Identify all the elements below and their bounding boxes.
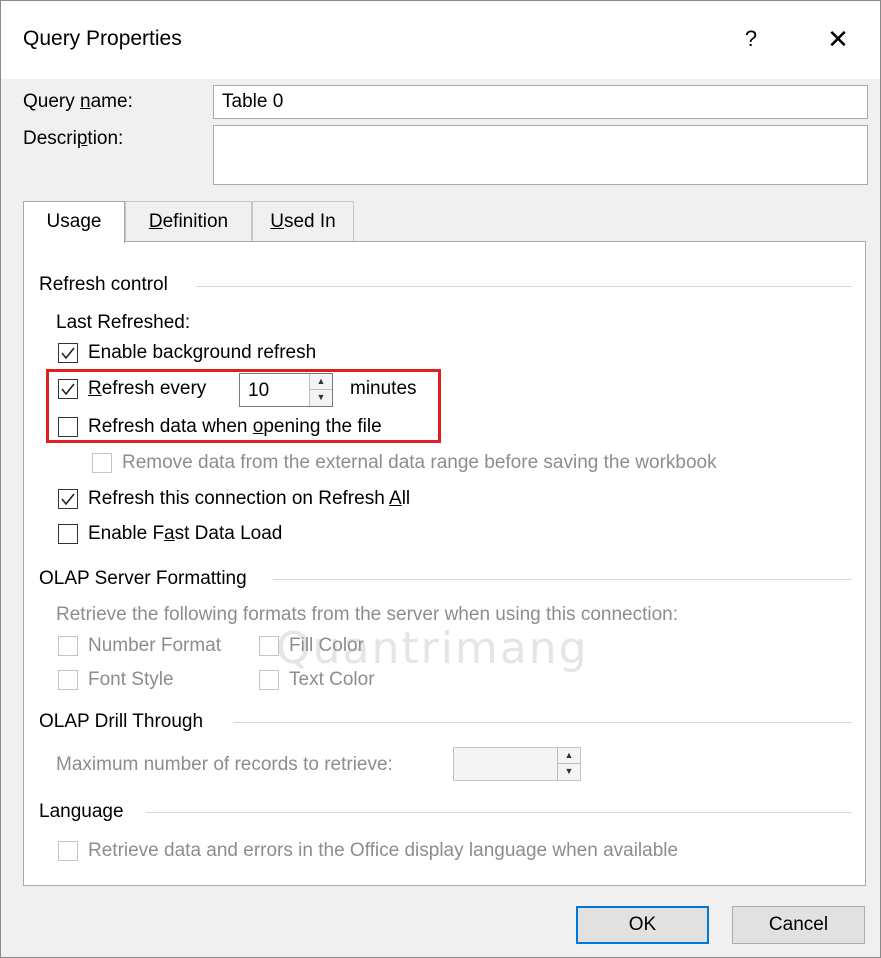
usage-tab-panel [23,241,866,886]
query-name-input[interactable]: Table 0 [213,85,868,119]
tab-used-in[interactable]: Used In [252,201,354,241]
title-bar: Query Properties ? ✕ [1,1,880,79]
highlight-box [46,369,441,443]
query-name-value: Table 0 [222,91,284,112]
description-input[interactable] [213,125,868,185]
help-icon[interactable]: ? [733,21,769,57]
description-label: Description: [23,128,124,149]
tab-definition[interactable]: Definition [125,201,252,241]
ok-button[interactable]: OK [576,906,709,944]
close-icon[interactable]: ✕ [818,21,858,57]
dialog-title: Query Properties [23,27,182,50]
cancel-button[interactable]: Cancel [732,906,865,944]
query-properties-dialog: Query Properties ? ✕ Query name: Table 0… [0,0,881,958]
watermark: Quantrimang [276,623,589,674]
tab-usage[interactable]: Usage [23,201,125,243]
query-name-label: Query name: [23,91,133,112]
